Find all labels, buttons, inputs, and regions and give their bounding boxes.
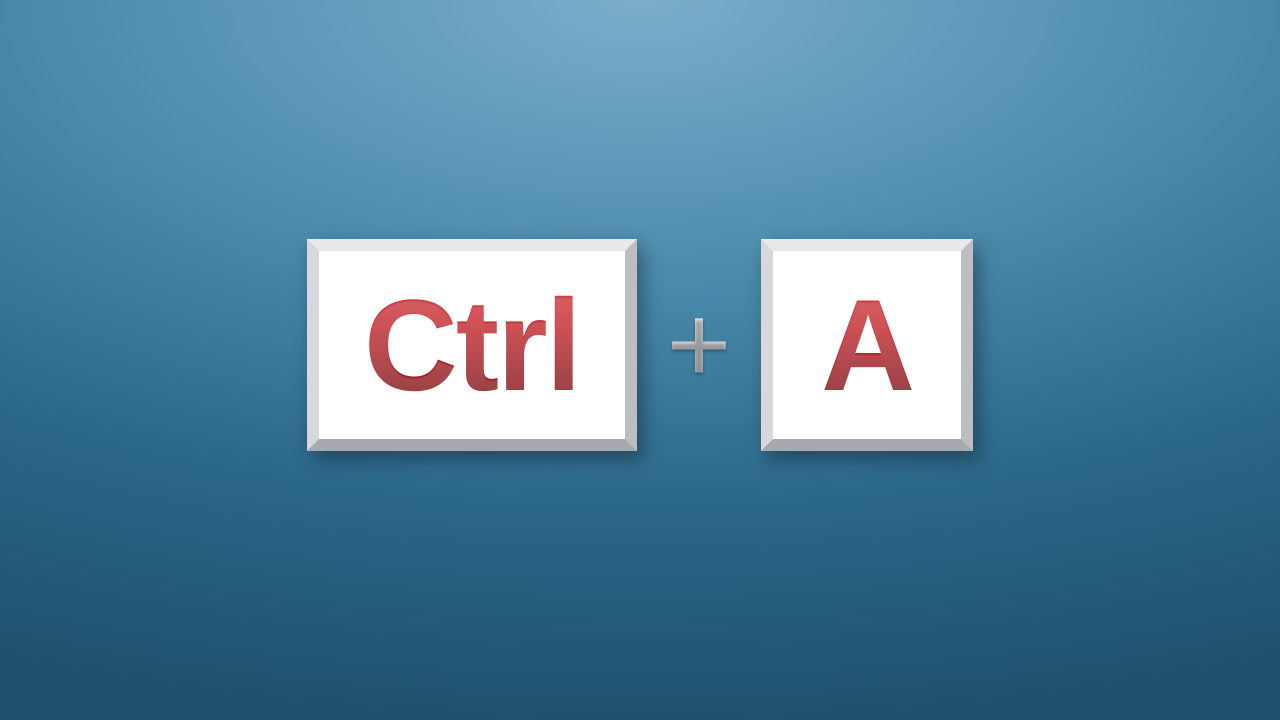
key-a-label: A: [821, 280, 913, 410]
key-a: A: [761, 239, 973, 451]
key-ctrl-label: Ctrl: [364, 280, 580, 410]
keyboard-shortcut: Ctrl + A: [307, 239, 973, 451]
plus-separator: +: [667, 290, 731, 400]
key-ctrl: Ctrl: [307, 239, 637, 451]
